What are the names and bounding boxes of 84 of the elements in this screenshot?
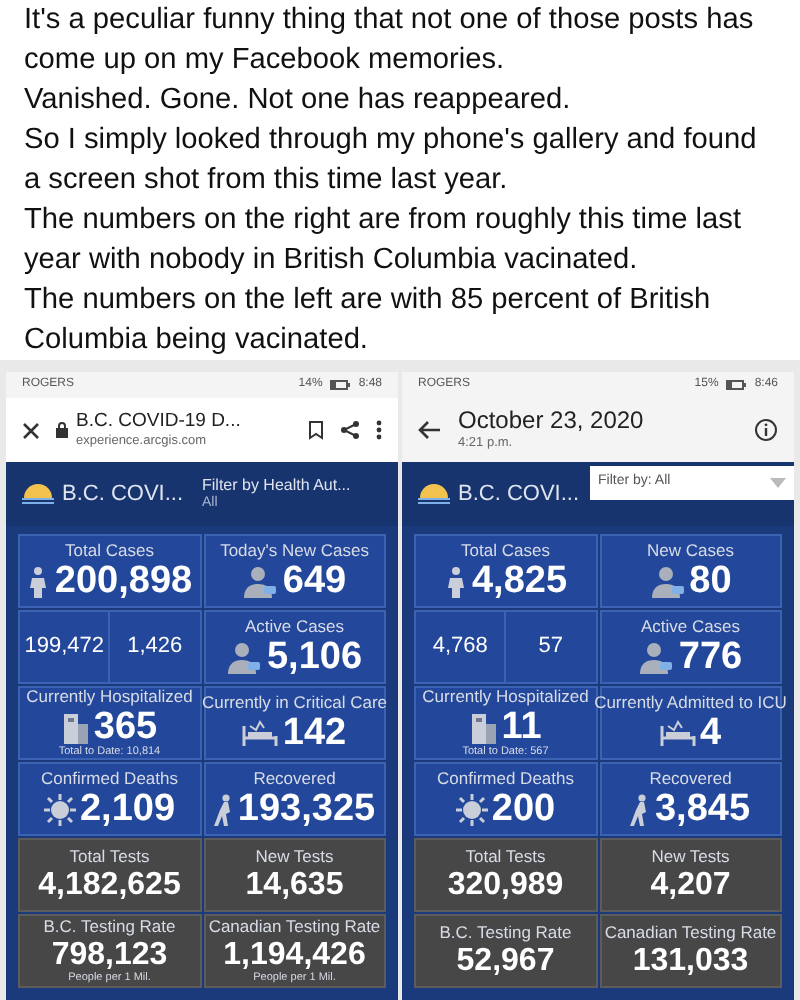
stat-label: Active Cases <box>640 617 741 635</box>
stat-value: 2,109 <box>79 790 176 829</box>
bed-icon <box>242 719 279 748</box>
stat-value: 193,325 <box>237 790 376 829</box>
stat-value: 57 <box>538 632 563 663</box>
stat-label: Total Tests <box>69 848 150 866</box>
info-icon[interactable] <box>754 418 778 442</box>
stat-value: 4,207 <box>650 869 731 902</box>
stat-label: Confirmed Deaths <box>436 769 574 787</box>
post-paragraph: The numbers on the right are from roughly this time last year with nobody in British Columbia vacinated. <box>24 202 744 280</box>
stat-label: B.C. Testing Rate <box>439 924 572 942</box>
more-icon[interactable] <box>376 420 382 440</box>
stat-value: 4,825 <box>471 562 568 601</box>
person-icon <box>226 641 263 674</box>
stat-value: 11 <box>501 708 542 746</box>
photo-date: October 23, 2020 <box>458 406 646 437</box>
share-icon[interactable] <box>340 420 360 440</box>
stat-label: Currently Admitted to ICU <box>594 693 787 711</box>
stat-label: Currently Hospitalized <box>422 687 589 704</box>
virus-icon <box>455 793 488 826</box>
people-icon <box>443 565 468 598</box>
stat-value: 131,033 <box>632 945 749 978</box>
stat-value: 1,426 <box>127 632 183 663</box>
bed-icon <box>659 719 696 748</box>
stat-label: Total Cases <box>65 541 154 559</box>
stat-label: Recovered <box>253 769 336 787</box>
stat-value: 200,898 <box>54 562 193 601</box>
stat-label: Canadian Testing Rate <box>208 918 381 935</box>
stat-value: 52,967 <box>456 945 555 978</box>
walking-person-icon <box>213 793 234 826</box>
stat-value: 4,768 <box>432 632 488 663</box>
person-icon <box>649 565 686 598</box>
stat-value: 14,635 <box>245 869 344 902</box>
building-icon <box>469 711 498 743</box>
stat-value: 3,845 <box>654 790 751 829</box>
stat-label: B.C. Testing Rate <box>43 918 176 935</box>
sun-logo-icon <box>418 484 450 504</box>
stat-label: Total Tests <box>465 848 546 866</box>
stat-label: New Tests <box>651 848 730 866</box>
stat-value: 649 <box>282 562 347 601</box>
stat-label: Currently Hospitalized <box>26 687 193 704</box>
back-arrow-icon[interactable] <box>418 420 442 440</box>
stat-label: Total Cases <box>461 541 550 559</box>
post-paragraph: It's a peculiar funny thing that not one of those posts has come up on my Facebook memories. <box>24 2 756 80</box>
stat-label: Today's New Cases <box>220 541 369 559</box>
stat-label: Currently in Critical Care <box>201 693 388 711</box>
person-icon <box>638 641 675 674</box>
lock-icon <box>56 422 68 438</box>
post-paragraph: Vanished. Gone. Not one has reappeared. <box>24 82 573 120</box>
dashboard-title: B.C. COVI... <box>458 479 582 510</box>
stat-label: New Tests <box>255 848 334 866</box>
stat-value: 5,106 <box>266 638 363 677</box>
dashboard-title: B.C. COVI... <box>62 479 186 510</box>
stat-value: 199,472 <box>24 632 104 663</box>
stat-value: 80 <box>689 562 732 601</box>
stat-value: 776 <box>678 638 743 677</box>
battery-icon <box>330 380 351 390</box>
page-title: B.C. COVID-19 D... <box>76 410 243 434</box>
post-paragraph: So I simply looked through my phone's gallery and found a screen shot from this time last year. <box>24 122 759 200</box>
stat-value: 142 <box>282 714 347 753</box>
stat-value: 4 <box>699 714 722 753</box>
filter-label: Filter by Health Aut... <box>202 475 353 495</box>
stat-label: Canadian Testing Rate <box>604 924 777 942</box>
post-paragraph: The numbers on the left are with 85 percent of British Columbia being vacinated. <box>24 282 713 360</box>
stat-value: 320,989 <box>447 869 564 902</box>
stat-value: 1,194,426 <box>223 939 366 971</box>
stat-label: Active Cases <box>244 617 345 635</box>
stat-value: 798,123 <box>51 939 168 971</box>
virus-icon <box>43 793 76 826</box>
people-icon <box>26 565 51 598</box>
stat-value: 365 <box>93 708 158 746</box>
stat-label: Confirmed Deaths <box>40 769 178 787</box>
close-icon[interactable] <box>22 421 40 439</box>
person-icon <box>242 565 279 598</box>
caret-icon <box>770 478 786 488</box>
stat-value: 200 <box>491 790 556 829</box>
walking-person-icon <box>630 793 651 826</box>
stat-label: Recovered <box>649 769 732 787</box>
stat-value: 4,182,625 <box>38 869 181 902</box>
battery-icon <box>726 380 747 390</box>
sun-logo-icon <box>22 484 54 504</box>
stat-label: New Cases <box>647 541 734 559</box>
bookmark-icon[interactable] <box>308 420 324 440</box>
building-icon <box>61 711 90 743</box>
